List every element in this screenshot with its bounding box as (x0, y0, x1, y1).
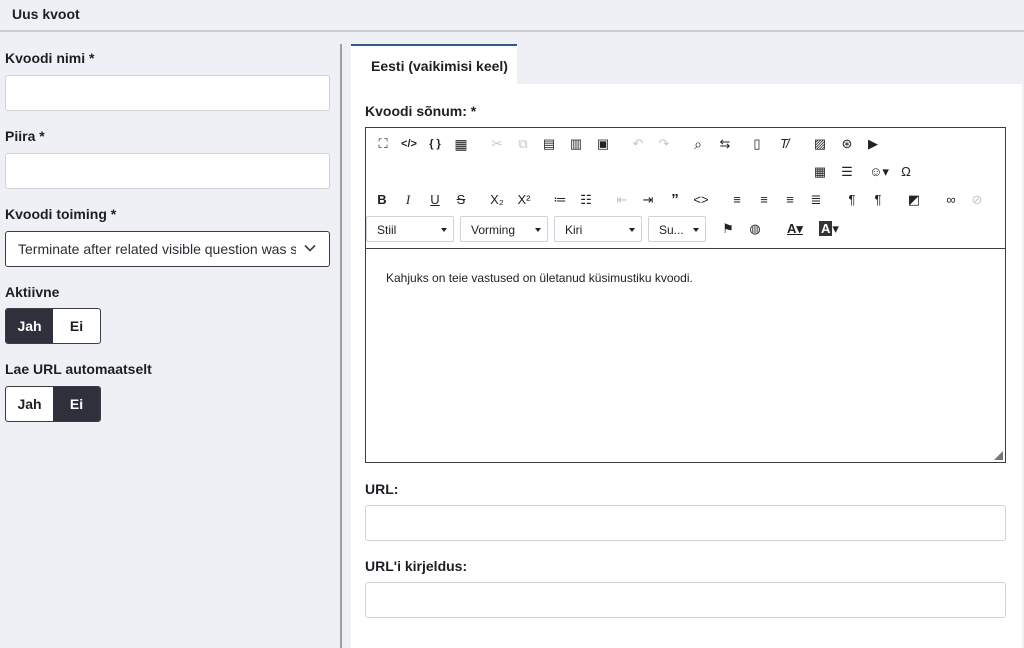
superscript-icon[interactable]: X² (514, 192, 534, 208)
column-divider (340, 44, 342, 648)
background-color-icon[interactable]: A ▾ (816, 221, 842, 237)
copy-icon[interactable]: ⧉ (513, 136, 533, 152)
text-direction-rtl-icon[interactable]: ¶ (868, 192, 888, 208)
font-dropdown[interactable]: Kiri (554, 216, 642, 242)
quota-message-label: Kvoodi sõnum: * (365, 103, 477, 119)
align-left-icon[interactable]: ≡ (727, 192, 747, 208)
link-icon[interactable]: ∞ (941, 192, 961, 208)
horizontal-rule-icon[interactable]: ☰ (837, 164, 857, 180)
remove-format-icon[interactable]: T̸ (774, 136, 794, 152)
editor-toolbar: ⛶ </> { } ▦ ✂ ⧉ ▤ ▥ ▣ ↶ ↷ ⌕ ⇆ ▯ T̸ ▨ ⊛ ▶… (366, 128, 1005, 249)
emoji-icon[interactable]: ☺▾ (866, 164, 892, 180)
tab-estonian[interactable]: Eesti (vaikimisi keel) (351, 44, 517, 85)
autoload-url-label: Lae URL automaatselt (5, 361, 152, 377)
url-description-input[interactable] (365, 582, 1006, 618)
outdent-icon[interactable]: ⇤ (612, 192, 632, 208)
select-all-icon[interactable]: ▯ (747, 136, 767, 152)
page-header: Uus kvoot (0, 0, 1024, 32)
url-description-label: URL'i kirjeldus: (365, 558, 468, 574)
subscript-icon[interactable]: X₂ (487, 192, 507, 208)
replace-icon[interactable]: ⇆ (715, 136, 735, 152)
editor-content[interactable]: Kahjuks on teie vastused on ületanud küs… (386, 271, 693, 285)
find-icon[interactable]: ⌕ (688, 136, 708, 152)
code-snippet-icon[interactable]: { } (425, 136, 445, 152)
redo-icon[interactable]: ↷ (654, 136, 674, 152)
format-dropdown-label: Vorming (471, 223, 516, 237)
format-dropdown[interactable]: Vorming (460, 216, 548, 242)
rich-text-editor: ⛶ </> { } ▦ ✂ ⧉ ▤ ▥ ▣ ↶ ↷ ⌕ ⇆ ▯ T̸ ▨ ⊛ ▶… (365, 127, 1006, 463)
quota-name-label: Kvoodi nimi * (5, 50, 95, 66)
italic-icon[interactable]: I (398, 192, 418, 208)
url-label: URL: (365, 481, 399, 497)
code-icon[interactable]: <> (691, 192, 711, 208)
indent-icon[interactable]: ⇥ (638, 192, 658, 208)
align-right-icon[interactable]: ≡ (780, 192, 800, 208)
limit-label: Piira * (5, 128, 45, 144)
underline-icon[interactable]: U (425, 192, 445, 208)
autoload-no-button[interactable]: Ei (53, 387, 100, 421)
align-center-icon[interactable]: ≡ (754, 192, 774, 208)
tab-estonian-label: Eesti (vaikimisi keel) (371, 58, 508, 74)
limit-input[interactable] (5, 153, 330, 189)
quota-action-select[interactable]: Terminate after related visible question… (5, 231, 330, 267)
style-dropdown[interactable]: Stiil (366, 216, 454, 242)
quota-name-input[interactable] (5, 75, 330, 111)
table-icon[interactable]: ▦ (810, 164, 830, 180)
active-label: Aktiivne (5, 284, 60, 300)
autoload-yes-button[interactable]: Jah (6, 387, 53, 421)
special-char-icon[interactable]: Ω (896, 164, 916, 180)
cut-icon[interactable]: ✂ (487, 136, 507, 152)
style-dropdown-label: Stiil (377, 223, 397, 237)
active-toggle: Jah Ei (5, 308, 101, 344)
chevron-down-icon (304, 244, 316, 252)
anchor-flag-icon[interactable]: ⚑ (718, 221, 738, 237)
font-dropdown-label: Kiri (565, 223, 583, 237)
language-globe-icon[interactable]: ◍ (745, 221, 765, 237)
numbered-list-icon[interactable]: ≔ (550, 192, 570, 208)
autoload-url-toggle: Jah Ei (5, 386, 101, 422)
media-icon[interactable]: ▶ (863, 136, 883, 152)
resize-handle[interactable] (994, 451, 1003, 460)
unlink-icon[interactable]: ⊘ (967, 192, 987, 208)
size-dropdown[interactable]: Su... (648, 216, 706, 242)
url-input[interactable] (365, 505, 1006, 541)
paste-word-icon[interactable]: ▣ (593, 136, 613, 152)
justify-icon[interactable]: ≣ (806, 192, 826, 208)
size-dropdown-label: Su... (659, 223, 684, 237)
paste-icon[interactable]: ▤ (539, 136, 559, 152)
source-icon[interactable]: </> (399, 136, 419, 152)
iframe-icon[interactable]: ◩ (904, 192, 924, 208)
page-title: Uus kvoot (12, 6, 80, 22)
bulleted-list-icon[interactable]: ☷ (576, 192, 596, 208)
quota-action-value: Terminate after related visible question… (18, 241, 296, 257)
image-icon[interactable]: ▨ (810, 136, 830, 152)
maximize-icon[interactable]: ⛶ (373, 136, 393, 152)
undo-icon[interactable]: ↶ (628, 136, 648, 152)
active-yes-button[interactable]: Jah (6, 309, 53, 343)
active-no-button[interactable]: Ei (53, 309, 100, 343)
blockquote-icon[interactable]: ” (665, 192, 685, 208)
paste-text-icon[interactable]: ▥ (566, 136, 586, 152)
text-direction-ltr-icon[interactable]: ¶ (842, 192, 862, 208)
bold-icon[interactable]: B (372, 192, 392, 208)
text-color-icon[interactable]: A▾ (782, 221, 808, 237)
strikethrough-icon[interactable]: S (451, 192, 471, 208)
flash-icon[interactable]: ⊛ (837, 136, 857, 152)
templates-grid-icon[interactable]: ▦ (451, 136, 471, 152)
quota-action-label: Kvoodi toiming * (5, 206, 117, 222)
